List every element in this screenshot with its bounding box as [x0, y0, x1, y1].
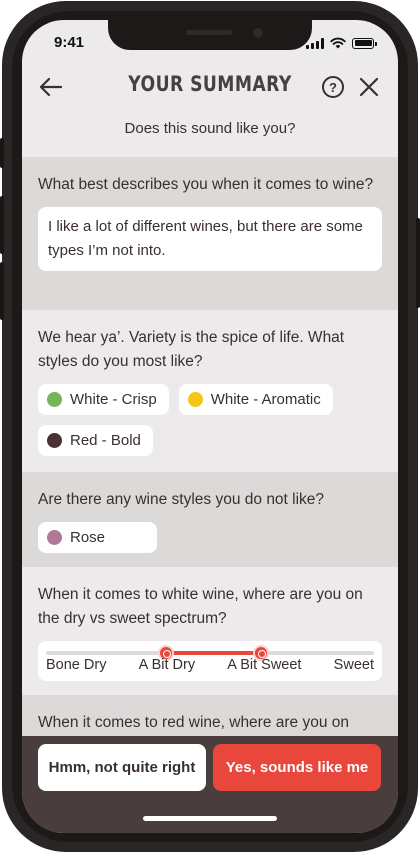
slider-selected-range	[165, 651, 261, 655]
subtitle: Does this sound like you?	[124, 120, 296, 137]
close-button[interactable]	[354, 72, 384, 102]
wifi-icon	[330, 37, 346, 49]
status-time: 9:41	[54, 34, 85, 51]
help-button[interactable]: ?	[318, 72, 348, 102]
volume-down-button	[0, 262, 4, 320]
color-dot	[47, 433, 62, 448]
color-dot	[187, 392, 203, 407]
question-text: When it comes to red wine, where are you…	[38, 714, 350, 731]
question-text: What best describes you when it comes to…	[38, 176, 374, 193]
app-screen: 9:41 YOUR SUMMARY ? Does this sound like…	[22, 20, 398, 833]
question-text: When it comes to white wine, where are y…	[38, 586, 363, 627]
answer-box: I like a lot of different wines, but the…	[38, 207, 382, 271]
battery-icon	[352, 37, 377, 49]
tick-label: A Bit Sweet	[227, 657, 302, 673]
notch	[108, 20, 312, 50]
status-icons	[306, 37, 377, 49]
question-text: We hear ya’. Variety is the spice of lif…	[38, 329, 345, 370]
action-bar: Hmm, not quite right Yes, sounds like me	[22, 736, 398, 833]
chip-white-aromatic[interactable]: White - Aromatic	[178, 384, 333, 415]
chip-red-bold[interactable]: Red - Bold	[38, 425, 153, 456]
chip-white-crisp[interactable]: White - Crisp	[38, 384, 169, 415]
slider-tick-labels: Bone Dry A Bit Dry A Bit Sweet Sweet	[46, 657, 374, 673]
chip-label: Rose	[70, 529, 106, 546]
question-text: Are there any wine styles you do not lik…	[38, 491, 325, 508]
tick-label: Bone Dry	[46, 657, 107, 673]
speaker-grille	[186, 30, 232, 35]
volume-up-button	[0, 196, 4, 254]
slider-track	[46, 645, 374, 661]
tick-label: Sweet	[333, 657, 374, 673]
sounds-like-me-button[interactable]: Yes, sounds like me	[213, 744, 381, 791]
close-icon	[359, 77, 379, 97]
section-white-sweetness: When it comes to white wine, where are y…	[22, 567, 398, 695]
home-indicator	[143, 816, 277, 821]
chip-label: White - Aromatic	[210, 391, 321, 408]
color-dot	[47, 530, 62, 545]
front-camera	[253, 28, 263, 38]
chip-list: Rose	[38, 522, 382, 553]
mute-switch	[0, 138, 4, 168]
chip-list: White - Crisp White - Aromatic Red - Bol…	[38, 384, 382, 456]
chip-rose[interactable]: Rose	[38, 522, 157, 553]
section-liked-styles: We hear ya’. Variety is the spice of lif…	[22, 310, 398, 472]
tick-label: A Bit Dry	[138, 657, 196, 673]
chip-label: White - Crisp	[70, 391, 157, 408]
power-button	[416, 218, 420, 308]
section-disliked-styles: Are there any wine styles you do not lik…	[22, 472, 398, 567]
not-quite-right-button[interactable]: Hmm, not quite right	[38, 744, 206, 791]
header: YOUR SUMMARY ?	[22, 68, 398, 108]
sweetness-slider[interactable]: Bone Dry A Bit Dry A Bit Sweet Sweet	[38, 641, 382, 681]
chip-label: Red - Bold	[70, 432, 141, 449]
color-dot	[47, 392, 62, 407]
help-icon: ?	[322, 76, 344, 98]
section-wine-description: What best describes you when it comes to…	[22, 157, 398, 310]
